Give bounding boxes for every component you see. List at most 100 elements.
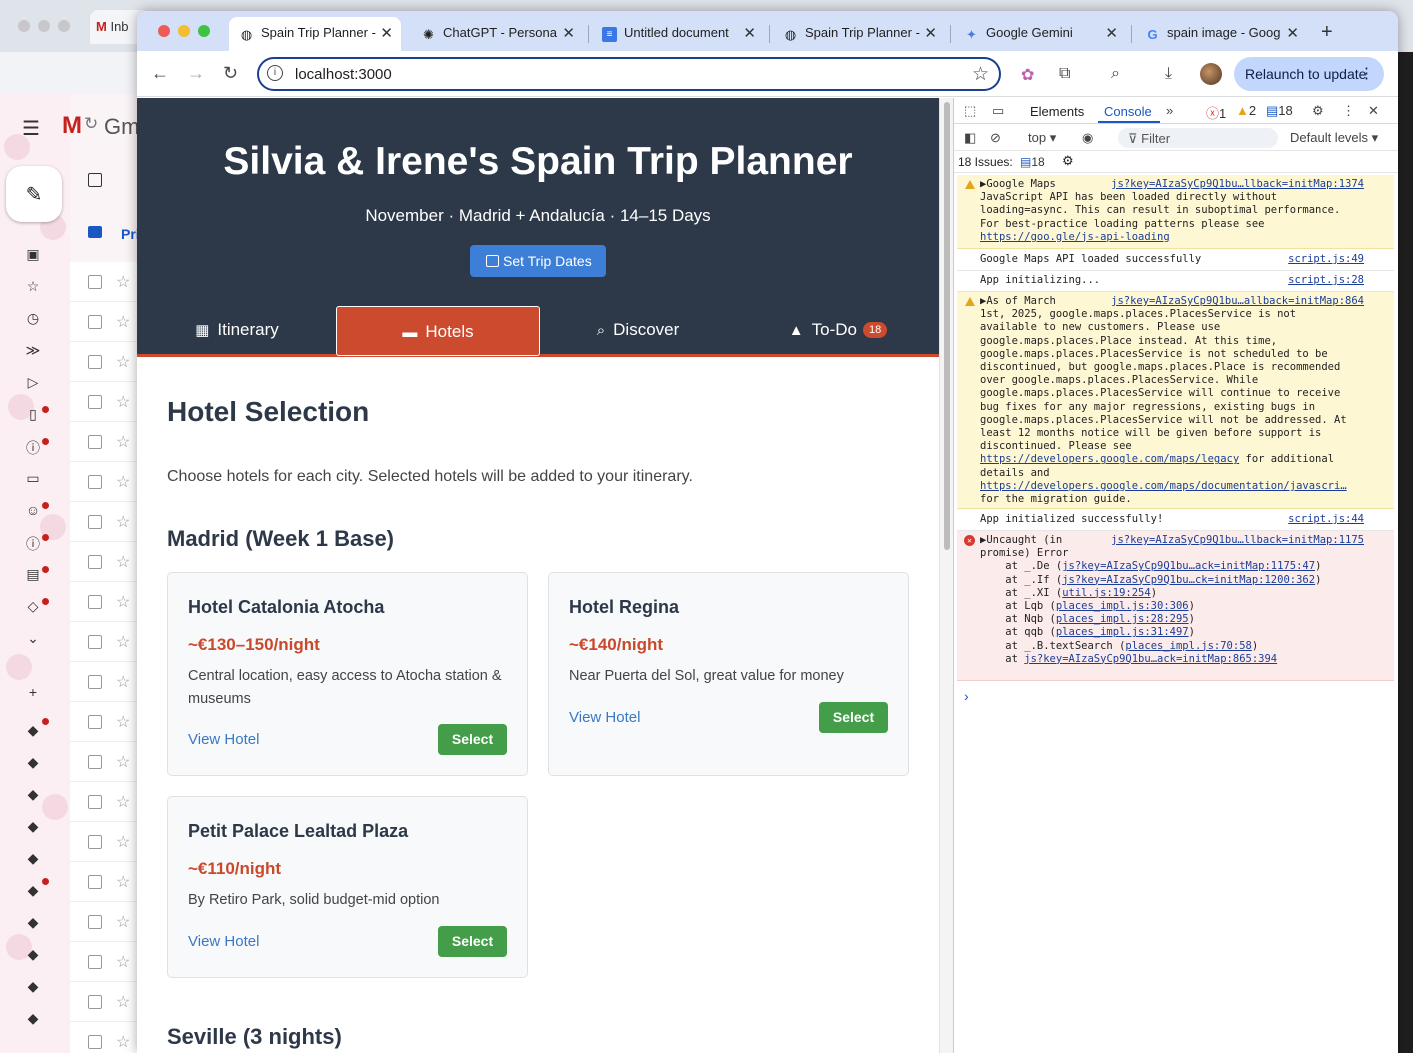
console-filter-input[interactable]: ⊽ Filter	[1118, 128, 1278, 148]
tab-untitled-document[interactable]: ≡ Untitled document ✕	[592, 17, 764, 51]
label-tag-icon[interactable]: ◆	[24, 914, 42, 930]
select-all-checkbox[interactable]	[88, 173, 102, 187]
star-icon[interactable]: ☆	[116, 832, 130, 852]
download-icon[interactable]: ⤓	[1165, 65, 1172, 83]
select-hotel-button[interactable]: Select	[438, 724, 507, 755]
email-checkbox[interactable]	[88, 875, 102, 889]
message-link[interactable]: https://developers.google.com/maps/legac…	[980, 453, 1239, 465]
email-row[interactable]: ☆	[70, 582, 140, 622]
send-nav-icon[interactable]: ▷	[24, 374, 42, 390]
select-hotel-button[interactable]: Select	[819, 702, 888, 733]
clock-nav-icon[interactable]: ◷	[24, 310, 42, 326]
email-checkbox[interactable]	[88, 955, 102, 969]
label-tag-icon[interactable]: ◆	[24, 946, 42, 962]
email-row[interactable]: ☆	[70, 782, 140, 822]
email-row[interactable]: ☆	[70, 862, 140, 902]
error-count-icon[interactable]: ⓧ1	[1206, 103, 1226, 122]
email-checkbox[interactable]	[88, 595, 102, 609]
stack-frame-link[interactable]: places_impl.js:28:295	[1056, 613, 1189, 625]
email-checkbox[interactable]	[88, 515, 102, 529]
stack-frame-link[interactable]: util.js:19:254	[1062, 587, 1151, 599]
message-link[interactable]: https://developers.google.com/maps/docum…	[980, 480, 1347, 492]
email-row[interactable]: ☆	[70, 742, 140, 782]
cast-search-icon[interactable]: ⌕	[1111, 65, 1120, 83]
email-checkbox[interactable]	[88, 475, 102, 489]
tab-console[interactable]: Console	[1104, 104, 1152, 119]
tab-discover[interactable]: ⌕ Discover	[538, 305, 738, 354]
info-nav-icon[interactable]: ⓘ	[24, 534, 42, 552]
console-warning[interactable]: ▶Google Maps JavaScript API has been loa…	[957, 175, 1394, 249]
star-icon[interactable]: ☆	[116, 272, 130, 292]
spam-nav-icon[interactable]: ⓘ	[24, 438, 42, 456]
star-icon[interactable]: ☆	[116, 552, 130, 572]
label-tag-icon[interactable]: ◆	[24, 818, 42, 834]
tab-spain-trip-planner-2[interactable]: ◍ Spain Trip Planner - ✕	[773, 17, 945, 51]
device-toolbar-icon[interactable]: ▭	[992, 103, 1004, 119]
label-tag-icon[interactable]: ◆	[24, 786, 42, 802]
star-nav-icon[interactable]: ☆	[24, 278, 42, 294]
email-row[interactable]: ☆	[70, 1022, 140, 1053]
hamburger-menu-icon[interactable]: ☰	[22, 116, 40, 141]
console-log[interactable]: App initializing... script.js:28	[957, 271, 1394, 292]
console-log[interactable]: App initialized successfully! script.js:4…	[957, 510, 1394, 531]
email-checkbox[interactable]	[88, 1035, 102, 1049]
star-icon[interactable]: ☆	[116, 672, 130, 692]
site-info-icon[interactable]: i	[267, 65, 283, 81]
star-icon[interactable]: ☆	[116, 512, 130, 532]
tag-nav-icon[interactable]: ◇	[24, 598, 42, 614]
label-tag-icon[interactable]: ◆	[24, 754, 42, 770]
bookmark-star-icon[interactable]: ☆	[972, 63, 989, 86]
close-tab-icon[interactable]: ✕	[1105, 24, 1118, 42]
forward-arrow-icon[interactable]: →	[187, 63, 205, 84]
page-scrollbar[interactable]	[939, 98, 953, 1053]
email-checkbox[interactable]	[88, 395, 102, 409]
star-icon[interactable]: ☆	[116, 392, 130, 412]
close-devtools-icon[interactable]: ✕	[1368, 103, 1379, 119]
add-label-icon[interactable]: +	[24, 684, 42, 700]
email-row[interactable]: ☆	[70, 302, 140, 342]
email-checkbox[interactable]	[88, 995, 102, 1009]
email-row[interactable]: ☆	[70, 342, 140, 382]
view-hotel-link[interactable]: View Hotel	[188, 933, 259, 950]
email-row[interactable]: ☆	[70, 462, 140, 502]
star-icon[interactable]: ☆	[116, 472, 130, 492]
email-row[interactable]: ☆	[70, 982, 140, 1022]
star-icon[interactable]: ☆	[116, 632, 130, 652]
close-tab-icon[interactable]: ✕	[1286, 24, 1299, 42]
new-tab-icon[interactable]: +	[1321, 21, 1333, 44]
email-checkbox[interactable]	[88, 835, 102, 849]
view-hotel-link[interactable]: View Hotel	[569, 709, 640, 726]
minimize-window-button[interactable]	[178, 25, 190, 37]
email-checkbox[interactable]	[88, 275, 102, 289]
live-expression-eye-icon[interactable]: ◉	[1082, 130, 1093, 146]
tab-hotels[interactable]: ▬ Hotels	[336, 306, 540, 356]
label-nav-icon[interactable]: ▭	[24, 470, 42, 486]
profile-avatar[interactable]	[1200, 63, 1222, 85]
message-link[interactable]: https://goo.gle/js-api-loading	[980, 231, 1170, 243]
settings-gear-icon[interactable]: ⚙	[1312, 103, 1324, 119]
people-nav-icon[interactable]: ☺	[24, 502, 42, 518]
close-tab-icon[interactable]: ✕	[743, 24, 756, 42]
message-source-link[interactable]: script.js:28	[1288, 274, 1364, 287]
star-icon[interactable]: ☆	[116, 592, 130, 612]
message-source-link[interactable]: script.js:44	[1288, 513, 1364, 526]
message-source-link[interactable]: js?key=AIzaSyCp9Q1bu…llback=initMap:1374	[1111, 178, 1364, 191]
email-checkbox[interactable]	[88, 435, 102, 449]
console-error[interactable]: ✕ ▶Uncaught (in promise) Error at _.De (j…	[957, 531, 1394, 681]
close-tab-icon[interactable]: ✕	[380, 24, 393, 42]
log-levels-select[interactable]: Default levels ▾	[1290, 130, 1378, 146]
issues-settings-gear-icon[interactable]: ⚙	[1062, 153, 1074, 169]
star-icon[interactable]: ☆	[116, 312, 130, 332]
more-chevron-icon[interactable]: ⌄	[24, 630, 42, 646]
extension-icon[interactable]: ✿	[1021, 65, 1034, 85]
close-tab-icon[interactable]: ✕	[924, 24, 937, 42]
email-checkbox[interactable]	[88, 675, 102, 689]
label-tag-icon[interactable]: ◆	[24, 882, 42, 898]
console-log[interactable]: Google Maps API loaded successfully scrip…	[957, 250, 1394, 271]
message-source-link[interactable]: js?key=AIzaSyCp9Q1bu…allback=initMap:864	[1111, 295, 1364, 308]
close-window-button[interactable]	[158, 25, 170, 37]
star-icon[interactable]: ☆	[116, 952, 130, 972]
stack-frame-link[interactable]: js?key=AIzaSyCp9Q1bu…ck=initMap:1200:362	[1062, 574, 1315, 586]
email-checkbox[interactable]	[88, 795, 102, 809]
kebab-menu-icon[interactable]: ⋮	[1359, 64, 1374, 82]
